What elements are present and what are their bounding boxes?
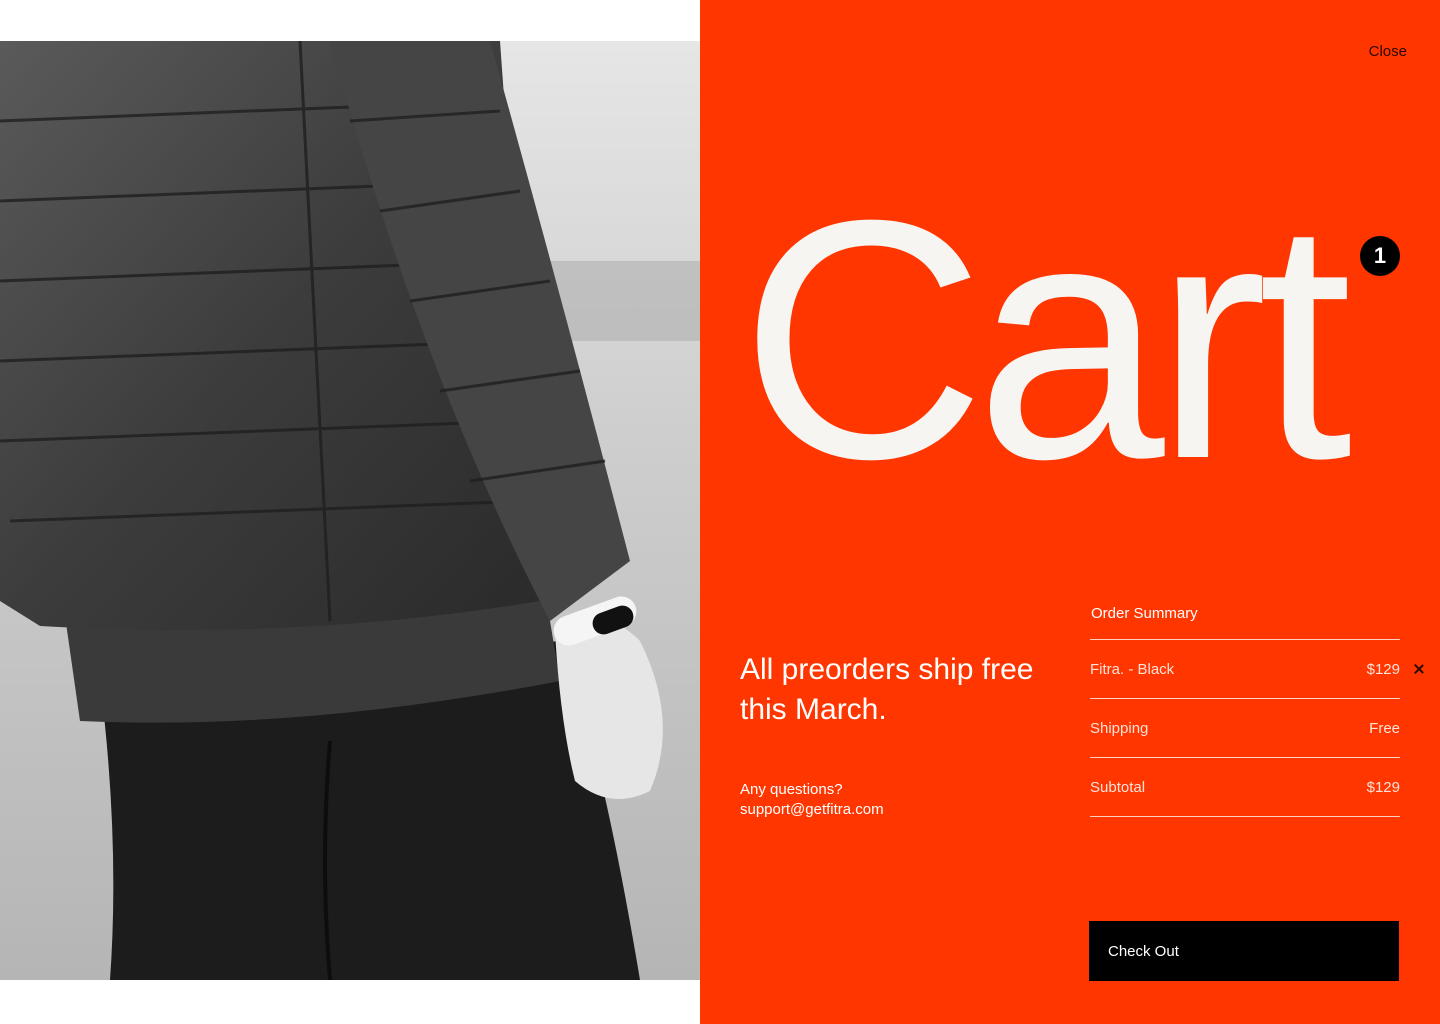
photo-area <box>0 0 700 1024</box>
shipping-value: Free <box>1369 719 1400 737</box>
support-block: Any questions? support@getfitra.com <box>740 780 884 820</box>
remove-item-icon[interactable] <box>1412 662 1426 676</box>
product-photo <box>0 41 700 980</box>
item-price: $129 <box>1366 660 1400 678</box>
shipping-label: Shipping <box>1090 719 1149 737</box>
order-summary-heading: Order Summary <box>1090 600 1400 640</box>
item-name: Fitra. - Black <box>1090 660 1175 678</box>
cart-count-badge: 1 <box>1360 236 1400 276</box>
summary-row-subtotal: Subtotal $129 <box>1090 758 1400 817</box>
questions-label: Any questions? <box>740 781 843 798</box>
subtotal-value: $129 <box>1366 778 1400 796</box>
order-summary: Order Summary Fitra. - Black $129 Shippi… <box>1090 600 1400 817</box>
support-email-link[interactable]: support@getfitra.com <box>740 800 884 820</box>
summary-row-shipping: Shipping Free <box>1090 699 1400 758</box>
cart-panel: Close Cart 1 All preorders ship free thi… <box>700 0 1440 1024</box>
page-title: Cart <box>740 150 1352 530</box>
photo-illustration <box>0 41 700 980</box>
close-button[interactable]: Close <box>1369 43 1407 60</box>
checkout-button[interactable]: Check Out <box>1089 921 1399 981</box>
promo-headline: All preorders ship free this March. <box>740 653 1034 726</box>
subtotal-label: Subtotal <box>1090 778 1146 796</box>
summary-row-item: Fitra. - Black $129 <box>1090 640 1400 699</box>
